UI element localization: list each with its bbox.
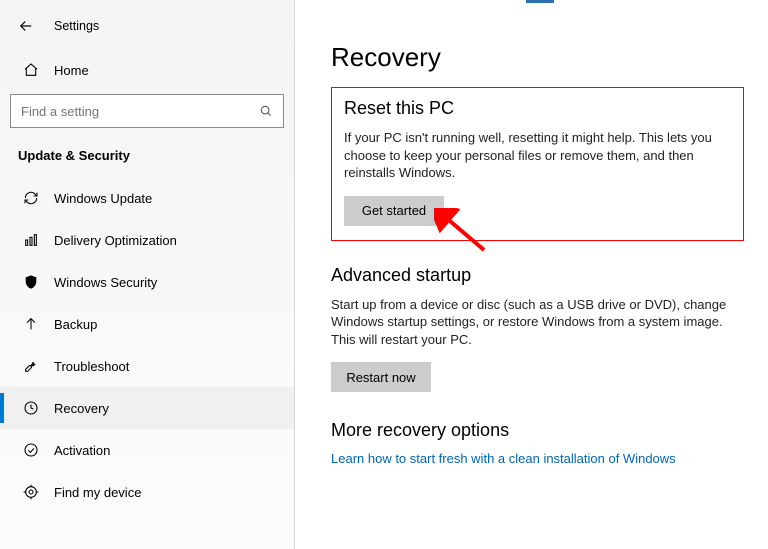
more-recovery-section: More recovery options Learn how to start…: [331, 420, 744, 466]
main-content: Recovery Reset this PC If your PC isn't …: [295, 0, 768, 549]
reset-description: If your PC isn't running well, resetting…: [344, 129, 731, 182]
category-label: Update & Security: [0, 138, 294, 177]
sync-icon: [22, 189, 40, 207]
restart-now-button[interactable]: Restart now: [331, 362, 431, 392]
back-button[interactable]: [12, 12, 40, 40]
sidebar-item-label: Delivery Optimization: [54, 233, 177, 248]
sidebar-item-windows-security[interactable]: Windows Security: [0, 261, 294, 303]
troubleshoot-icon: [22, 357, 40, 375]
arrow-left-icon: [17, 17, 35, 35]
search-icon: [259, 104, 273, 118]
sidebar-item-label: Backup: [54, 317, 97, 332]
sidebar-item-label: Windows Security: [54, 275, 157, 290]
sidebar-item-activation[interactable]: Activation: [0, 429, 294, 471]
reset-heading: Reset this PC: [344, 98, 731, 119]
home-label: Home: [54, 63, 89, 78]
locate-icon: [22, 483, 40, 501]
advanced-description: Start up from a device or disc (such as …: [331, 296, 731, 349]
advanced-startup-section: Advanced startup Start up from a device …: [331, 265, 744, 393]
backup-icon: [22, 315, 40, 333]
search-input[interactable]: [21, 104, 251, 119]
sidebar-item-label: Troubleshoot: [54, 359, 129, 374]
page-title: Recovery: [331, 42, 744, 73]
sidebar-item-label: Windows Update: [54, 191, 152, 206]
more-heading: More recovery options: [331, 420, 744, 441]
advanced-heading: Advanced startup: [331, 265, 744, 286]
shield-icon: [22, 273, 40, 291]
sidebar-item-windows-update[interactable]: Windows Update: [0, 177, 294, 219]
sidebar-item-home[interactable]: Home: [0, 52, 294, 88]
sidebar-item-recovery[interactable]: Recovery: [0, 387, 294, 429]
sidebar-item-find-my-device[interactable]: Find my device: [0, 471, 294, 513]
settings-title: Settings: [54, 19, 99, 33]
fresh-start-link[interactable]: Learn how to start fresh with a clean in…: [331, 451, 676, 466]
recovery-icon: [22, 399, 40, 417]
sidebar: Settings Home Update & Security Windo: [0, 0, 295, 549]
get-started-button[interactable]: Get started: [344, 196, 444, 226]
sidebar-item-backup[interactable]: Backup: [0, 303, 294, 345]
top-accent-tab: [526, 0, 554, 3]
reset-pc-highlight: Reset this PC If your PC isn't running w…: [331, 87, 744, 241]
sidebar-item-troubleshoot[interactable]: Troubleshoot: [0, 345, 294, 387]
sidebar-item-label: Recovery: [54, 401, 109, 416]
sidebar-nav: Windows Update Delivery Optimization Win…: [0, 177, 294, 513]
home-icon: [22, 62, 40, 78]
sidebar-item-label: Activation: [54, 443, 110, 458]
search-box[interactable]: [10, 94, 284, 128]
optimize-icon: [22, 231, 40, 249]
sidebar-item-delivery-optimization[interactable]: Delivery Optimization: [0, 219, 294, 261]
activation-icon: [22, 441, 40, 459]
sidebar-item-label: Find my device: [54, 485, 141, 500]
